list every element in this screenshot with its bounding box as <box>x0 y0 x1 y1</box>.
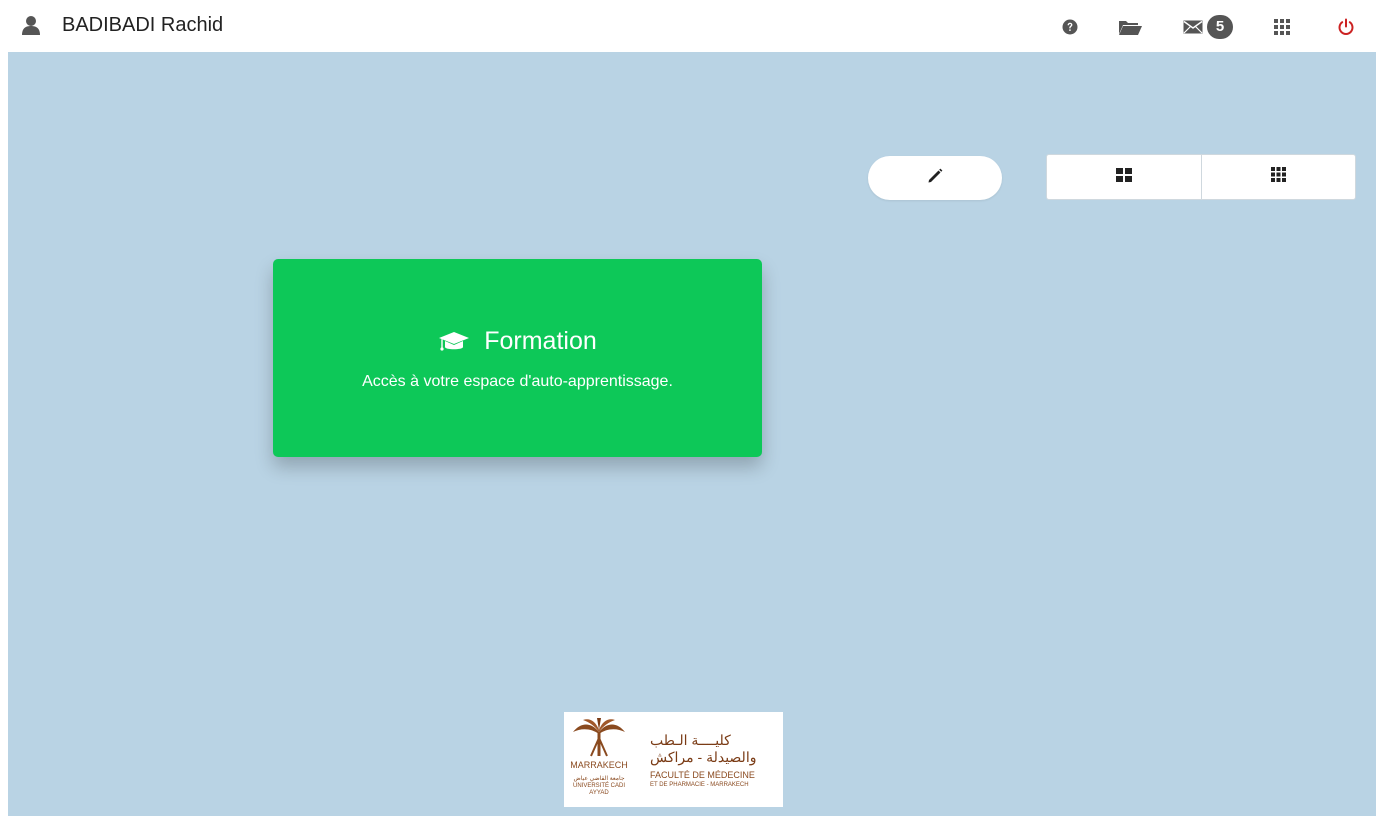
mail-icon[interactable]: 5 <box>1180 13 1236 41</box>
large-tiles-view-button[interactable] <box>1047 155 1202 199</box>
pencil-icon <box>926 167 944 190</box>
palm-emblem-icon: MARRAKECH جامعة القاضي عياض UNIVERSITÉ C… <box>564 712 634 807</box>
help-icon[interactable] <box>1060 13 1080 41</box>
logo-arabic-line2: والصيدلة - مراكش <box>650 748 757 765</box>
logo-french-line2: ET DE PHARMACIE - MARRAKECH <box>650 781 749 788</box>
user-info[interactable]: BADIBADI Rachid <box>20 10 223 40</box>
edit-button[interactable] <box>868 156 1002 200</box>
emblem-university: UNIVERSITÉ CADI AYYAD <box>572 783 625 796</box>
logo-french-line1: FACULTÉ DE MÉDECINE <box>650 769 755 780</box>
tile-title: Formation <box>484 327 597 355</box>
emblem-city: MARRAKECH <box>570 760 628 770</box>
user-name: BADIBADI Rachid <box>62 13 224 36</box>
logo-texts: كليــــة الـطب والصيدلة - مراكش FACULTÉ … <box>634 732 783 788</box>
tile-description: Accès à votre espace d'auto-apprentissag… <box>362 373 673 390</box>
emblem-arabic: جامعة القاضي عياض <box>573 776 625 782</box>
faculty-logo: MARRAKECH جامعة القاضي عياض UNIVERSITÉ C… <box>564 712 783 807</box>
small-grid-icon <box>1270 167 1286 187</box>
view-toggle <box>1046 154 1356 200</box>
graduation-cap-icon <box>438 330 470 354</box>
power-icon[interactable] <box>1336 13 1356 41</box>
top-icons: 5 <box>1060 12 1356 42</box>
formation-tile[interactable]: Formation Accès à votre espace d'auto-ap… <box>273 259 762 457</box>
apps-grid-icon[interactable] <box>1272 13 1292 41</box>
logo-arabic-line1: كليــــة الـطب <box>650 731 731 748</box>
folder-open-icon[interactable] <box>1116 13 1144 41</box>
tile-title-row: Formation <box>273 327 762 356</box>
user-icon <box>20 14 42 36</box>
small-tiles-view-button[interactable] <box>1202 155 1356 199</box>
top-bar: BADIBADI Rachid 5 <box>0 0 1376 52</box>
large-grid-icon <box>1115 167 1132 187</box>
mail-count-badge: 5 <box>1207 15 1233 39</box>
main-area: Formation Accès à votre espace d'auto-ap… <box>8 52 1376 816</box>
